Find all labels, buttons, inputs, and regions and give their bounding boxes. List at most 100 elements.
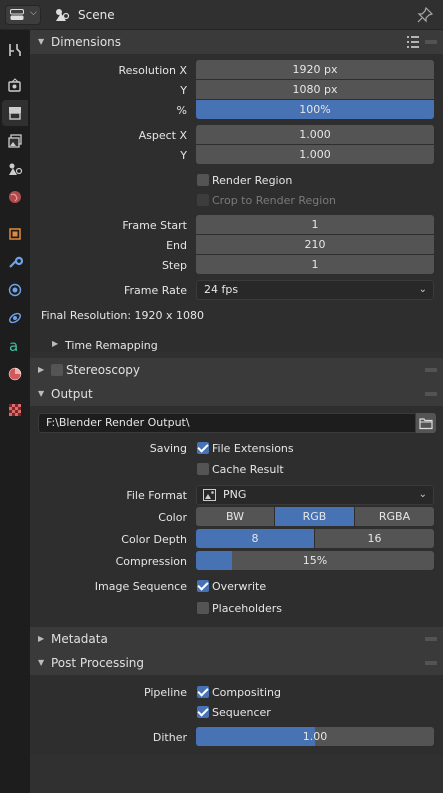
drag-grip-icon[interactable] xyxy=(425,637,437,641)
panel-title: Post Processing xyxy=(51,656,144,670)
drag-grip-icon[interactable] xyxy=(425,392,437,396)
view-layer-icon xyxy=(8,134,22,148)
tab-render[interactable] xyxy=(2,72,28,98)
depth-option-8[interactable]: 8 xyxy=(196,529,314,548)
scene-icon xyxy=(56,9,70,21)
panel-stereoscopy-header[interactable]: ▶ Stereoscopy xyxy=(30,358,443,382)
output-icon xyxy=(9,107,21,120)
panel-dimensions-body: Resolution X 1920 px Y 1080 px % 100% As… xyxy=(30,54,443,352)
expand-arrow-icon: ▼ xyxy=(38,389,45,398)
editor-type-button[interactable]: ⌵ xyxy=(5,5,41,25)
chevron-down-icon: ⌄ xyxy=(418,489,427,500)
drag-grip-icon[interactable] xyxy=(425,40,437,44)
time-remapping-label: Time Remapping xyxy=(65,339,158,352)
constraints-icon: a xyxy=(9,338,18,354)
resolution-x-field[interactable]: 1920 px xyxy=(196,60,434,79)
saving-label: Saving xyxy=(149,442,187,455)
resolution-percent-field[interactable]: 100% xyxy=(196,100,434,119)
tab-output[interactable] xyxy=(2,100,28,126)
overwrite-checkbox[interactable] xyxy=(197,580,209,592)
expand-arrow-icon: ▼ xyxy=(38,658,45,667)
file-format-label: File Format xyxy=(126,489,187,502)
tab-view-layer[interactable] xyxy=(2,128,28,154)
frame-end-field[interactable]: 210 xyxy=(196,235,434,254)
panel-output-header[interactable]: ▼ Output xyxy=(30,382,443,406)
dither-slider[interactable]: 1.00 xyxy=(196,727,434,746)
crop-region-checkbox[interactable] xyxy=(197,194,209,206)
time-remapping-subpanel[interactable]: ▶ Time Remapping xyxy=(30,334,443,354)
compression-label: Compression xyxy=(115,555,187,568)
tab-scene[interactable] xyxy=(2,156,28,182)
frame-step-field[interactable]: 1 xyxy=(196,255,434,274)
tab-tool[interactable] xyxy=(2,37,28,63)
resolution-percent-label: % xyxy=(176,104,187,117)
compression-fill xyxy=(196,551,232,570)
aspect-x-label: Aspect X xyxy=(138,129,187,142)
sequencer-label: Sequencer xyxy=(212,706,271,719)
frame-step-label: Step xyxy=(161,259,187,272)
collapsed-arrow-icon: ▶ xyxy=(38,365,45,374)
pin-icon[interactable] xyxy=(417,7,433,23)
world-icon xyxy=(9,191,21,203)
frame-rate-label: Frame Rate xyxy=(124,284,187,297)
image-file-icon xyxy=(203,489,216,501)
compositing-checkbox[interactable] xyxy=(197,686,209,698)
aspect-y-field[interactable]: 1.000 xyxy=(196,145,434,164)
panel-dimensions-header[interactable]: ▼ Dimensions xyxy=(30,30,443,54)
cache-result-checkbox[interactable] xyxy=(197,463,209,475)
overwrite-label: Overwrite xyxy=(212,580,267,593)
expand-arrow-icon: ▼ xyxy=(38,37,45,46)
color-depth-label: Color Depth xyxy=(121,533,187,546)
properties-header: ⌵ Scene xyxy=(0,0,443,30)
drag-grip-icon[interactable] xyxy=(425,368,437,372)
file-extensions-checkbox[interactable] xyxy=(197,442,209,454)
frame-rate-dropdown[interactable]: 24 fps ⌄ xyxy=(196,280,434,300)
browse-folder-button[interactable] xyxy=(416,413,436,433)
folder-icon xyxy=(419,418,433,430)
resolution-y-field[interactable]: 1080 px xyxy=(196,80,434,99)
tab-world[interactable] xyxy=(2,184,28,210)
file-format-value: PNG xyxy=(223,488,247,501)
render-region-checkbox[interactable] xyxy=(197,174,209,186)
tab-particles[interactable] xyxy=(2,277,28,303)
color-label: Color xyxy=(158,511,187,524)
panel-metadata-header[interactable]: ▶ Metadata xyxy=(30,627,443,651)
compression-slider[interactable]: 15% xyxy=(196,551,434,570)
file-format-dropdown[interactable]: PNG ⌄ xyxy=(196,485,434,505)
frame-start-label: Frame Start xyxy=(122,219,187,232)
pipeline-label: Pipeline xyxy=(143,686,187,699)
tab-modifiers[interactable] xyxy=(2,249,28,275)
panel-title: Dimensions xyxy=(51,35,122,49)
tab-physics[interactable] xyxy=(2,305,28,331)
panel-post-processing-header[interactable]: ▼ Post Processing xyxy=(30,651,443,675)
compositing-label: Compositing xyxy=(212,686,281,699)
color-option-rgb[interactable]: RGB xyxy=(275,507,354,526)
output-path-input[interactable]: F:\Blender Render Output\ xyxy=(38,413,416,433)
frame-start-field[interactable]: 1 xyxy=(196,215,434,234)
depth-option-16[interactable]: 16 xyxy=(315,529,434,548)
tab-material[interactable] xyxy=(2,361,28,387)
render-icon xyxy=(8,78,21,92)
chevron-down-icon: ⌄ xyxy=(418,284,427,295)
placeholders-checkbox[interactable] xyxy=(197,602,209,614)
file-extensions-label: File Extensions xyxy=(212,442,294,455)
tab-constraints[interactable]: a xyxy=(2,333,28,359)
texture-icon xyxy=(9,404,21,416)
resolution-x-label: Resolution X xyxy=(118,64,187,77)
dither-label: Dither xyxy=(152,731,187,744)
drag-grip-icon[interactable] xyxy=(425,661,437,665)
tab-texture[interactable] xyxy=(2,397,28,423)
panel-title: Stereoscopy xyxy=(66,363,141,377)
stereoscopy-checkbox[interactable] xyxy=(51,364,63,376)
resolution-y-label: Y xyxy=(180,84,187,97)
presets-list-icon[interactable] xyxy=(405,34,421,50)
crop-region-label: Crop to Render Region xyxy=(212,194,337,207)
image-sequence-label: Image Sequence xyxy=(94,580,187,593)
color-option-bw[interactable]: BW xyxy=(196,507,274,526)
collapsed-arrow-icon: ▶ xyxy=(38,634,45,643)
object-icon xyxy=(9,228,21,240)
tab-object[interactable] xyxy=(2,221,28,247)
color-option-rgba[interactable]: RGBA xyxy=(355,507,434,526)
sequencer-checkbox[interactable] xyxy=(197,706,209,718)
aspect-x-field[interactable]: 1.000 xyxy=(196,125,434,144)
